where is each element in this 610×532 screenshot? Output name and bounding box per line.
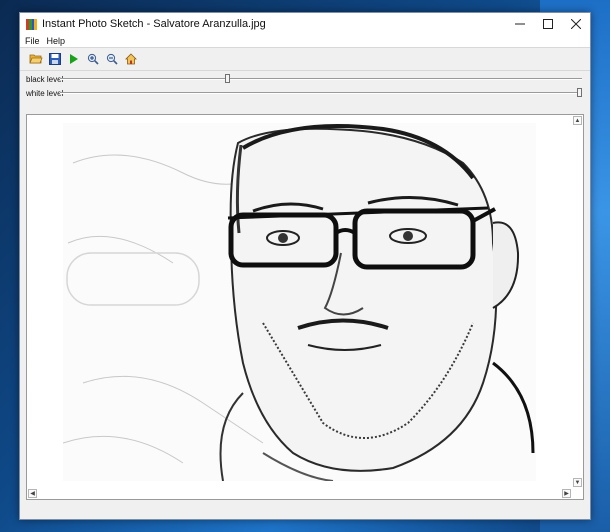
black-level-track[interactable] [60,78,582,80]
vertical-scrollbar[interactable]: ▲ ▼ [572,115,583,488]
menu-file[interactable]: File [25,36,40,46]
minimize-icon [515,23,525,25]
save-button[interactable] [47,51,63,67]
app-window: Instant Photo Sketch - Salvatore Aranzul… [19,12,591,520]
close-icon [571,19,581,29]
menu-bar: File Help [20,35,590,47]
open-button[interactable] [28,51,44,67]
scroll-right-button[interactable]: ▶ [562,489,571,498]
play-icon [70,54,78,64]
open-folder-icon [29,54,43,64]
black-level-slider[interactable] [225,74,231,83]
sketch-image [63,123,536,481]
home-button[interactable] [123,51,139,67]
image-canvas[interactable]: ▲ ▼ ◀ ▶ [26,114,584,500]
zoom-out-button[interactable] [104,51,120,67]
window-title: Instant Photo Sketch - Salvatore Aranzul… [42,18,266,30]
zoom-in-button[interactable] [85,51,101,67]
scroll-down-button[interactable]: ▼ [573,478,582,487]
toolbar [20,47,590,71]
minimize-button[interactable] [506,13,534,35]
save-icon [49,53,61,65]
scroll-left-button[interactable]: ◀ [28,489,37,498]
black-level-row: black level [20,72,590,86]
title-bar: Instant Photo Sketch - Salvatore Aranzul… [20,13,590,35]
scroll-up-button[interactable]: ▲ [573,116,582,125]
app-icon [26,18,37,30]
chevron-right-icon: ▶ [564,491,569,497]
menu-help[interactable]: Help [47,36,66,46]
maximize-button[interactable] [534,13,562,35]
horizontal-scrollbar[interactable]: ◀ ▶ [27,488,572,499]
white-level-slider[interactable] [577,88,582,97]
chevron-down-icon: ▼ [574,479,581,486]
home-icon [125,53,137,65]
close-button[interactable] [562,13,590,35]
chevron-up-icon: ▲ [574,117,581,124]
black-level-label: black level [26,74,64,84]
white-level-track[interactable] [60,92,582,94]
zoom-in-icon [87,53,99,65]
chevron-left-icon: ◀ [30,491,35,497]
white-level-label: white level [26,88,64,98]
zoom-out-icon [106,53,118,65]
maximize-icon [543,19,553,29]
white-level-row: white level [20,86,590,100]
run-button[interactable] [66,51,82,67]
